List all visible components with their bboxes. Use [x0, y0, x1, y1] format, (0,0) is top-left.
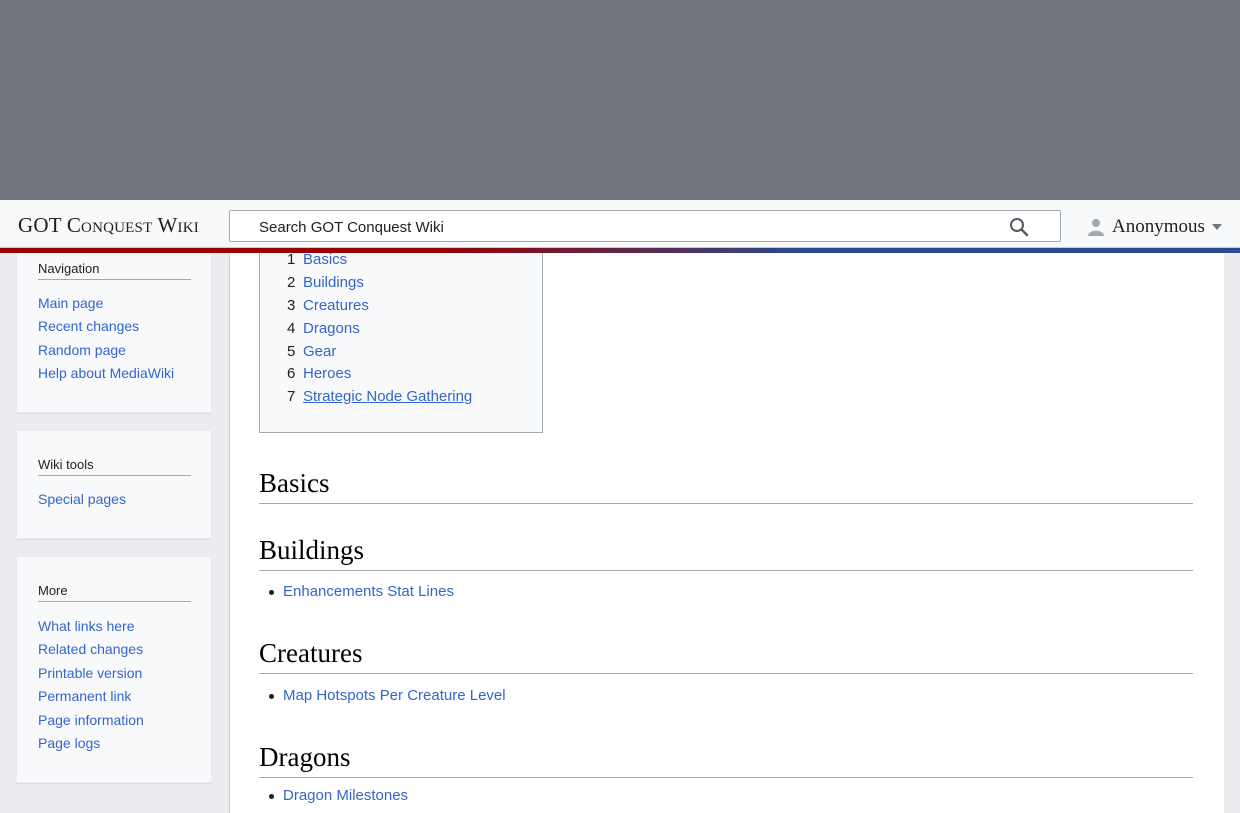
toc-item: 2 Buildings [287, 274, 472, 297]
toc-number: 2 [287, 273, 296, 291]
toc-item: 4 Dragons [287, 320, 472, 343]
section-heading-creatures: Creatures [259, 637, 1193, 674]
chevron-down-icon [1211, 224, 1222, 230]
user-icon [1088, 219, 1104, 236]
toc-item: 5 Gear [287, 343, 472, 366]
search-button[interactable] [1008, 216, 1030, 238]
header-stripe [0, 248, 1240, 253]
section-heading-buildings: Buildings [259, 534, 1193, 571]
search-box [229, 210, 1061, 242]
list-item: Dragon Milestones [268, 787, 408, 804]
toc-list: 1 Basics 2 Buildings 3 Creatures 4 Dragons 5… [287, 251, 472, 411]
toc-number: 4 [287, 319, 296, 337]
link-enhancements-stat-lines[interactable]: Enhancements Stat Lines [283, 583, 454, 600]
sidebar-item-help[interactable]: Help about MediaWiki [38, 365, 174, 381]
list-item: Enhancements Stat Lines [269, 583, 454, 600]
buildings-list: Enhancements Stat Lines [269, 583, 454, 600]
table-of-contents: 1 Basics 2 Buildings 3 Creatures 4 Dragons 5… [259, 246, 543, 433]
dragons-list: Dragon Milestones [268, 787, 408, 804]
top-overlay-band [0, 0, 1240, 200]
sidebar-more-heading: More [38, 583, 191, 602]
sidebar-item-recent-changes[interactable]: Recent changes [38, 318, 139, 334]
sidebar-wiki-tools-heading: Wiki tools [38, 457, 191, 476]
toc-link-buildings[interactable]: Buildings [303, 274, 364, 291]
toc-number: 5 [287, 342, 296, 360]
sidebar-more: More What links here Related changes Pri… [16, 556, 212, 783]
toc-link-creatures[interactable]: Creatures [303, 297, 369, 314]
sidebar-more-list: What links here Related changes Printabl… [38, 618, 144, 758]
toc-item: 1 Basics [287, 251, 472, 274]
sidebar-item-related-changes[interactable]: Related changes [38, 641, 143, 657]
user-menu[interactable]: Anonymous [1086, 213, 1223, 241]
search-icon [1010, 218, 1029, 237]
sidebar-wiki-tools: Wiki tools Special pages [16, 430, 212, 539]
sidebar-item-page-logs[interactable]: Page logs [38, 735, 100, 751]
toc-link-strategic-node-gathering[interactable]: Strategic Node Gathering [303, 388, 472, 405]
sidebar-item-what-links-here[interactable]: What links here [38, 618, 134, 634]
section-heading-basics: Basics [259, 467, 1193, 504]
list-item: Map Hotspots Per Creature Level [269, 687, 506, 704]
sidebar-wiki-tools-list: Special pages [38, 491, 126, 514]
sidebar-item-page-information[interactable]: Page information [38, 712, 144, 728]
section-heading-dragons: Dragons [259, 741, 1193, 778]
site-title-link[interactable]: GOT Conquest Wiki [18, 213, 199, 238]
link-dragon-milestones[interactable]: Dragon Milestones [283, 787, 408, 804]
sidebar-item-random-page[interactable]: Random page [38, 342, 126, 358]
link-map-hotspots[interactable]: Map Hotspots Per Creature Level [283, 687, 506, 704]
search-input[interactable] [259, 217, 994, 237]
sidebar-navigation-list: Main page Recent changes Random page Hel… [38, 295, 174, 389]
toc-number: 1 [287, 251, 296, 268]
toc-item: 3 Creatures [287, 297, 472, 320]
toc-link-gear[interactable]: Gear [303, 343, 336, 360]
sidebar-navigation-heading: Navigation [38, 261, 191, 280]
sidebar-item-main-page[interactable]: Main page [38, 295, 103, 311]
sidebar-item-printable-version[interactable]: Printable version [38, 665, 142, 681]
toc-number: 6 [287, 365, 296, 383]
sidebar-item-special-pages[interactable]: Special pages [38, 491, 126, 507]
toc-number: 7 [287, 388, 296, 406]
toc-item: 7 Strategic Node Gathering [287, 388, 472, 411]
toc-link-heroes[interactable]: Heroes [303, 365, 351, 382]
sidebar-navigation: Navigation Main page Recent changes Rand… [16, 240, 212, 413]
toc-number: 3 [287, 296, 296, 314]
user-label: Anonymous [1112, 216, 1205, 237]
toc-link-dragons[interactable]: Dragons [303, 320, 360, 337]
sidebar-item-permanent-link[interactable]: Permanent link [38, 688, 131, 704]
toc-item: 6 Heroes [287, 365, 472, 388]
creatures-list: Map Hotspots Per Creature Level [269, 687, 506, 704]
toc-link-basics[interactable]: Basics [303, 251, 347, 268]
